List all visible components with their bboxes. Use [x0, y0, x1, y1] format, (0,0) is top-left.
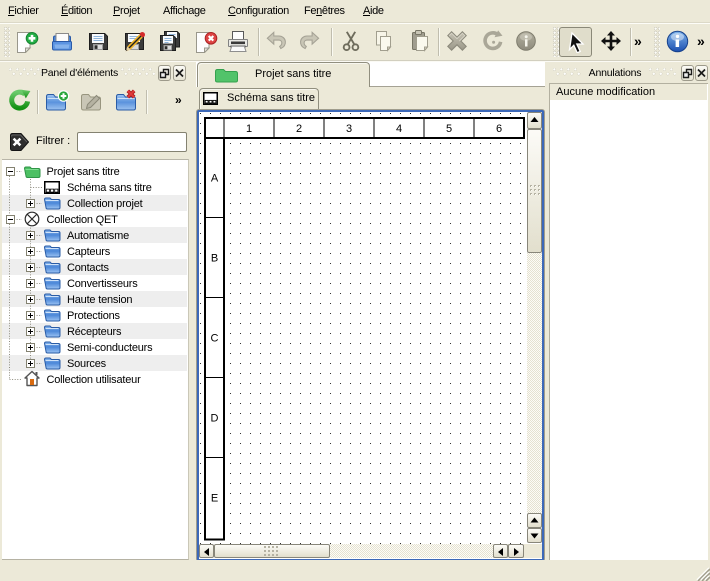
svg-text:Contacts: Contacts — [67, 262, 110, 274]
svg-text:6: 6 — [496, 123, 502, 135]
svg-text:E: E — [211, 493, 218, 505]
svg-text:Convertisseurs: Convertisseurs — [67, 278, 138, 290]
svg-text:Haute tension: Haute tension — [67, 294, 132, 306]
svg-text:Semi-conducteurs: Semi-conducteurs — [67, 342, 153, 354]
svg-text:Collection QET: Collection QET — [47, 214, 119, 226]
svg-text:D: D — [211, 413, 219, 425]
svg-text:Collection utilisateur: Collection utilisateur — [47, 374, 142, 386]
svg-text:A: A — [211, 173, 219, 185]
svg-text:Capteurs: Capteurs — [67, 246, 111, 258]
svg-text:Collection projet: Collection projet — [67, 198, 143, 210]
svg-text:5: 5 — [446, 123, 452, 135]
svg-text:C: C — [211, 333, 219, 345]
svg-text:B: B — [211, 253, 218, 265]
svg-text:Projet sans titre: Projet sans titre — [47, 166, 120, 178]
svg-text:2: 2 — [296, 123, 302, 135]
svg-text:1: 1 — [246, 123, 252, 135]
svg-text:Sources: Sources — [67, 358, 107, 370]
svg-text:Récepteurs: Récepteurs — [67, 326, 122, 338]
svg-text:Schéma sans titre: Schéma sans titre — [67, 182, 152, 194]
svg-text:4: 4 — [396, 123, 402, 135]
svg-text:3: 3 — [346, 123, 352, 135]
svg-text:Automatisme: Automatisme — [67, 230, 129, 242]
svg-text:Protections: Protections — [67, 310, 121, 322]
